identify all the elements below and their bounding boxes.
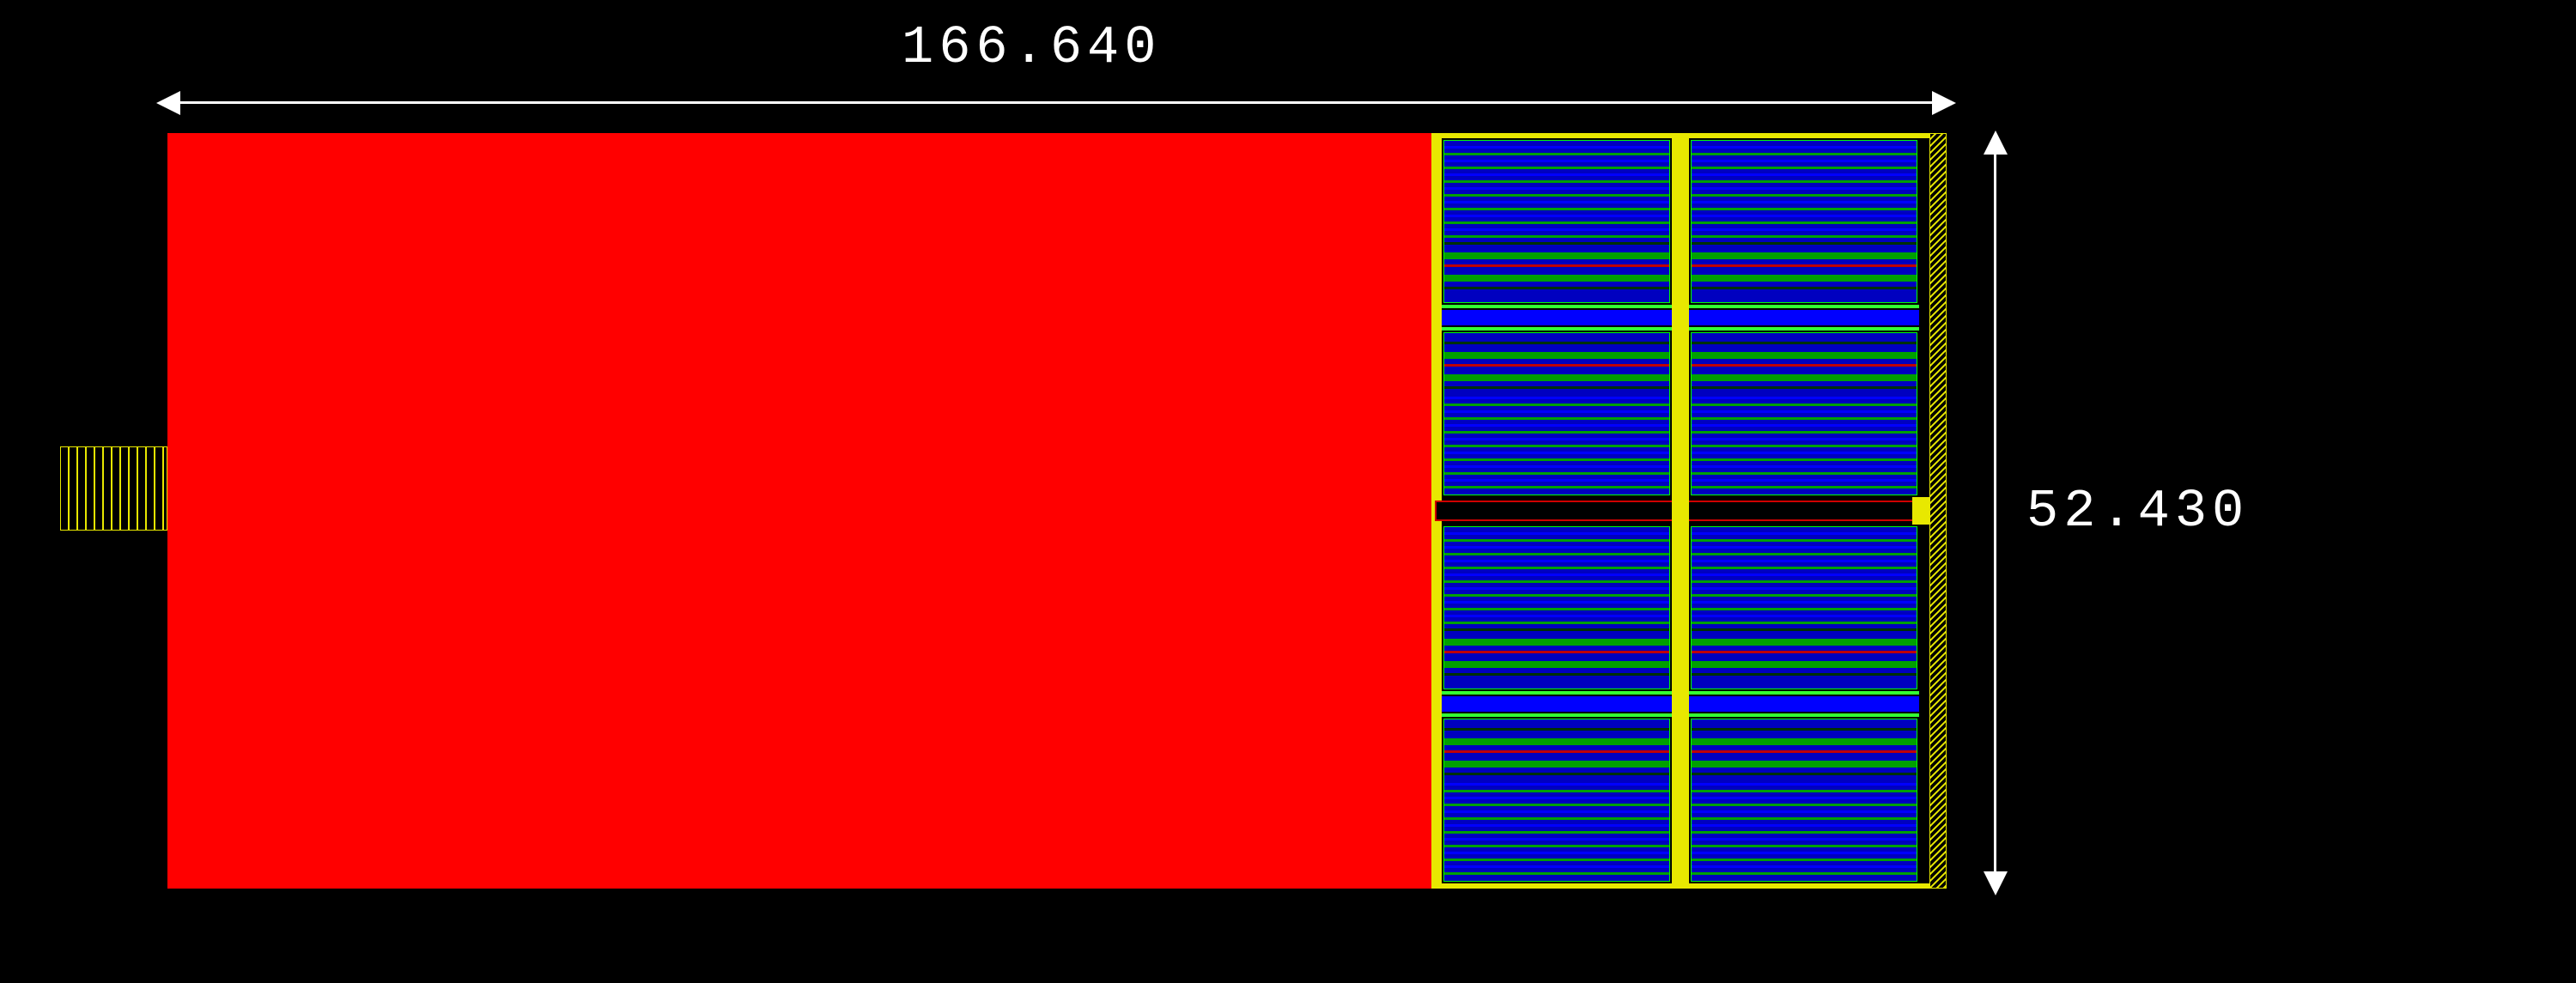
array-cell	[1443, 719, 1670, 882]
width-dimension-line	[176, 101, 1936, 104]
arrow-left-icon	[156, 91, 180, 115]
metal-red-block	[167, 133, 1431, 889]
arrow-down-icon	[1984, 871, 2008, 895]
vertical-hatch-icon	[60, 446, 167, 531]
width-dimension-label: 166.640	[902, 17, 1161, 78]
mid-red-divider-cap	[1912, 497, 1929, 525]
array-cell	[1691, 140, 1917, 303]
right-yellow-rail	[1929, 133, 1947, 889]
cell-array	[1431, 133, 1929, 889]
port-pad	[60, 446, 167, 531]
diagonal-hatch-icon	[1929, 133, 1947, 889]
array-cell	[1443, 332, 1670, 495]
height-dimension-label: 52.430	[2026, 481, 2249, 542]
col-divider-mid-top	[1672, 133, 1689, 889]
arrow-up-icon	[1984, 130, 2008, 155]
height-dimension-line	[1994, 150, 1996, 876]
array-cell	[1443, 140, 1670, 303]
layout-canvas: 166.640 52.430	[0, 0, 2576, 983]
arrow-right-icon	[1932, 91, 1956, 115]
array-cell	[1691, 526, 1917, 689]
array-cell	[1691, 332, 1917, 495]
array-cell	[1691, 719, 1917, 882]
array-cell	[1443, 526, 1670, 689]
